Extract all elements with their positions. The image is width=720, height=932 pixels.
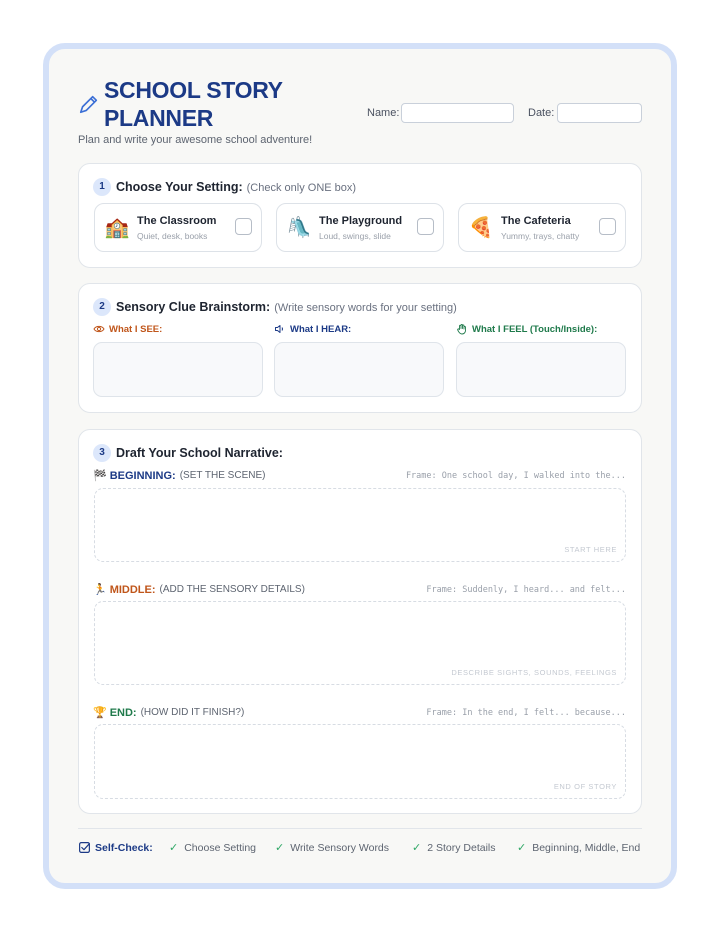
date-label: Date: — [528, 107, 555, 119]
self-check-item-text: Choose Setting — [184, 841, 257, 854]
pencil-icon — [79, 95, 98, 114]
school-icon: 🏫 — [104, 217, 130, 239]
check-icon: ✓ — [517, 842, 527, 854]
setting-option-classroom[interactable]: 🏫 The Classroom Quiet, desk, books — [94, 203, 262, 252]
date-field[interactable] — [557, 103, 642, 123]
section-number-2: 2 — [93, 298, 111, 316]
check-icon: ✓ — [412, 842, 422, 854]
middle-head: MIDDLE: — [109, 583, 156, 596]
beginning-frame: Frame: One school day, I walked into the… — [405, 471, 626, 481]
speaker-icon — [275, 325, 283, 333]
setting-hint: (Check only ONE box) — [246, 182, 357, 194]
check-icon: ✓ — [169, 842, 179, 854]
slide-icon: 🛝 — [286, 217, 312, 239]
self-check-item: ✓ Write Sensory Words — [275, 841, 390, 855]
see-input[interactable] — [93, 342, 263, 397]
hear-label-text: What I HEAR: — [290, 323, 352, 335]
check-icon: ✓ — [275, 842, 285, 854]
beginning-hint: START HERE — [564, 545, 617, 554]
option-name: The Cafeteria — [501, 215, 571, 227]
beginning-head: BEGINNING: — [109, 469, 176, 482]
page-subtitle: Plan and write your awesome school adven… — [78, 134, 313, 146]
feel-label: What I FEEL (Touch/Inside): — [456, 323, 597, 335]
self-check-label: Self-Check: — [78, 841, 153, 854]
option-name: The Playground — [319, 215, 403, 227]
cafeteria-checkbox[interactable] — [599, 218, 616, 235]
hand-icon — [457, 324, 466, 335]
end-hint: END OF STORY — [553, 782, 617, 791]
sensory-title: Sensory Clue Brainstorm: — [116, 300, 271, 314]
footer-divider — [78, 828, 642, 829]
section-number-3: 3 — [93, 444, 111, 462]
name-field[interactable] — [401, 103, 514, 123]
trophy-icon: 🏆 — [93, 707, 107, 719]
see-label: What I SEE: — [93, 323, 162, 335]
middle-sub: (ADD THE SENSORY DETAILS) — [159, 584, 305, 595]
end-label: 🏆 END: (HOW DID IT FINISH?) — [93, 706, 245, 720]
setting-option-playground[interactable]: 🛝 The Playground Loud, swings, slide — [276, 203, 444, 252]
setting-heading: Choose Your Setting: (Check only ONE box) — [116, 180, 356, 194]
page-title: SCHOOL STORY PLANNER — [104, 77, 283, 131]
self-check-item-text: Write Sensory Words — [290, 841, 390, 854]
see-label-text: What I SEE: — [109, 323, 163, 335]
runner-icon: 🏃 — [93, 584, 107, 596]
option-desc: Loud, swings, slide — [319, 231, 391, 241]
sensory-hint: (Write sensory words for your setting) — [274, 302, 457, 314]
end-head: END: — [109, 706, 137, 719]
middle-hint: DESCRIBE SIGHTS, SOUNDS, FEELINGS — [451, 668, 617, 677]
checkbox-checked-icon — [79, 842, 90, 853]
self-check-item-text: 2 Story Details — [427, 841, 496, 854]
pizza-icon: 🍕 — [468, 217, 494, 239]
option-name: The Classroom — [137, 215, 217, 227]
playground-checkbox[interactable] — [417, 218, 434, 235]
feel-label-text: What I FEEL (Touch/Inside): — [472, 323, 598, 335]
option-desc: Quiet, desk, books — [137, 231, 208, 241]
eye-icon — [93, 325, 105, 333]
self-check-item: ✓ 2 Story Details — [412, 841, 496, 855]
middle-label: 🏃 MIDDLE: (ADD THE SENSORY DETAILS) — [93, 583, 305, 597]
narrative-title: Draft Your School Narrative: — [116, 446, 283, 460]
middle-input[interactable]: DESCRIBE SIGHTS, SOUNDS, FEELINGS — [94, 601, 626, 685]
setting-option-cafeteria[interactable]: 🍕 The Cafeteria Yummy, trays, chatty — [458, 203, 626, 252]
sensory-heading: Sensory Clue Brainstorm: (Write sensory w… — [116, 300, 457, 314]
self-check-item: ✓ Beginning, Middle, End — [517, 841, 641, 855]
setting-title: Choose Your Setting: — [116, 180, 243, 194]
feel-input[interactable] — [456, 342, 626, 397]
name-label: Name: — [367, 107, 400, 119]
hear-input[interactable] — [274, 342, 444, 397]
middle-frame: Frame: Suddenly, I heard... and felt... — [426, 585, 626, 595]
self-check-label-text: Self-Check: — [95, 841, 153, 854]
beginning-input[interactable]: START HERE — [94, 488, 626, 562]
hear-label: What I HEAR: — [274, 323, 351, 335]
classroom-checkbox[interactable] — [235, 218, 252, 235]
checkered-flag-icon: 🏁 — [93, 470, 107, 482]
beginning-sub: (SET THE SCENE) — [179, 470, 266, 481]
option-desc: Yummy, trays, chatty — [501, 231, 580, 241]
end-frame: Frame: In the end, I felt... because... — [426, 708, 626, 718]
self-check-item-text: Beginning, Middle, End — [532, 841, 641, 854]
section-number-1: 1 — [93, 178, 111, 196]
end-input[interactable]: END OF STORY — [94, 724, 626, 799]
end-sub: (HOW DID IT FINISH?) — [140, 707, 245, 718]
self-check-item: ✓ Choose Setting — [169, 841, 257, 855]
beginning-label: 🏁 BEGINNING: (SET THE SCENE) — [93, 469, 266, 483]
